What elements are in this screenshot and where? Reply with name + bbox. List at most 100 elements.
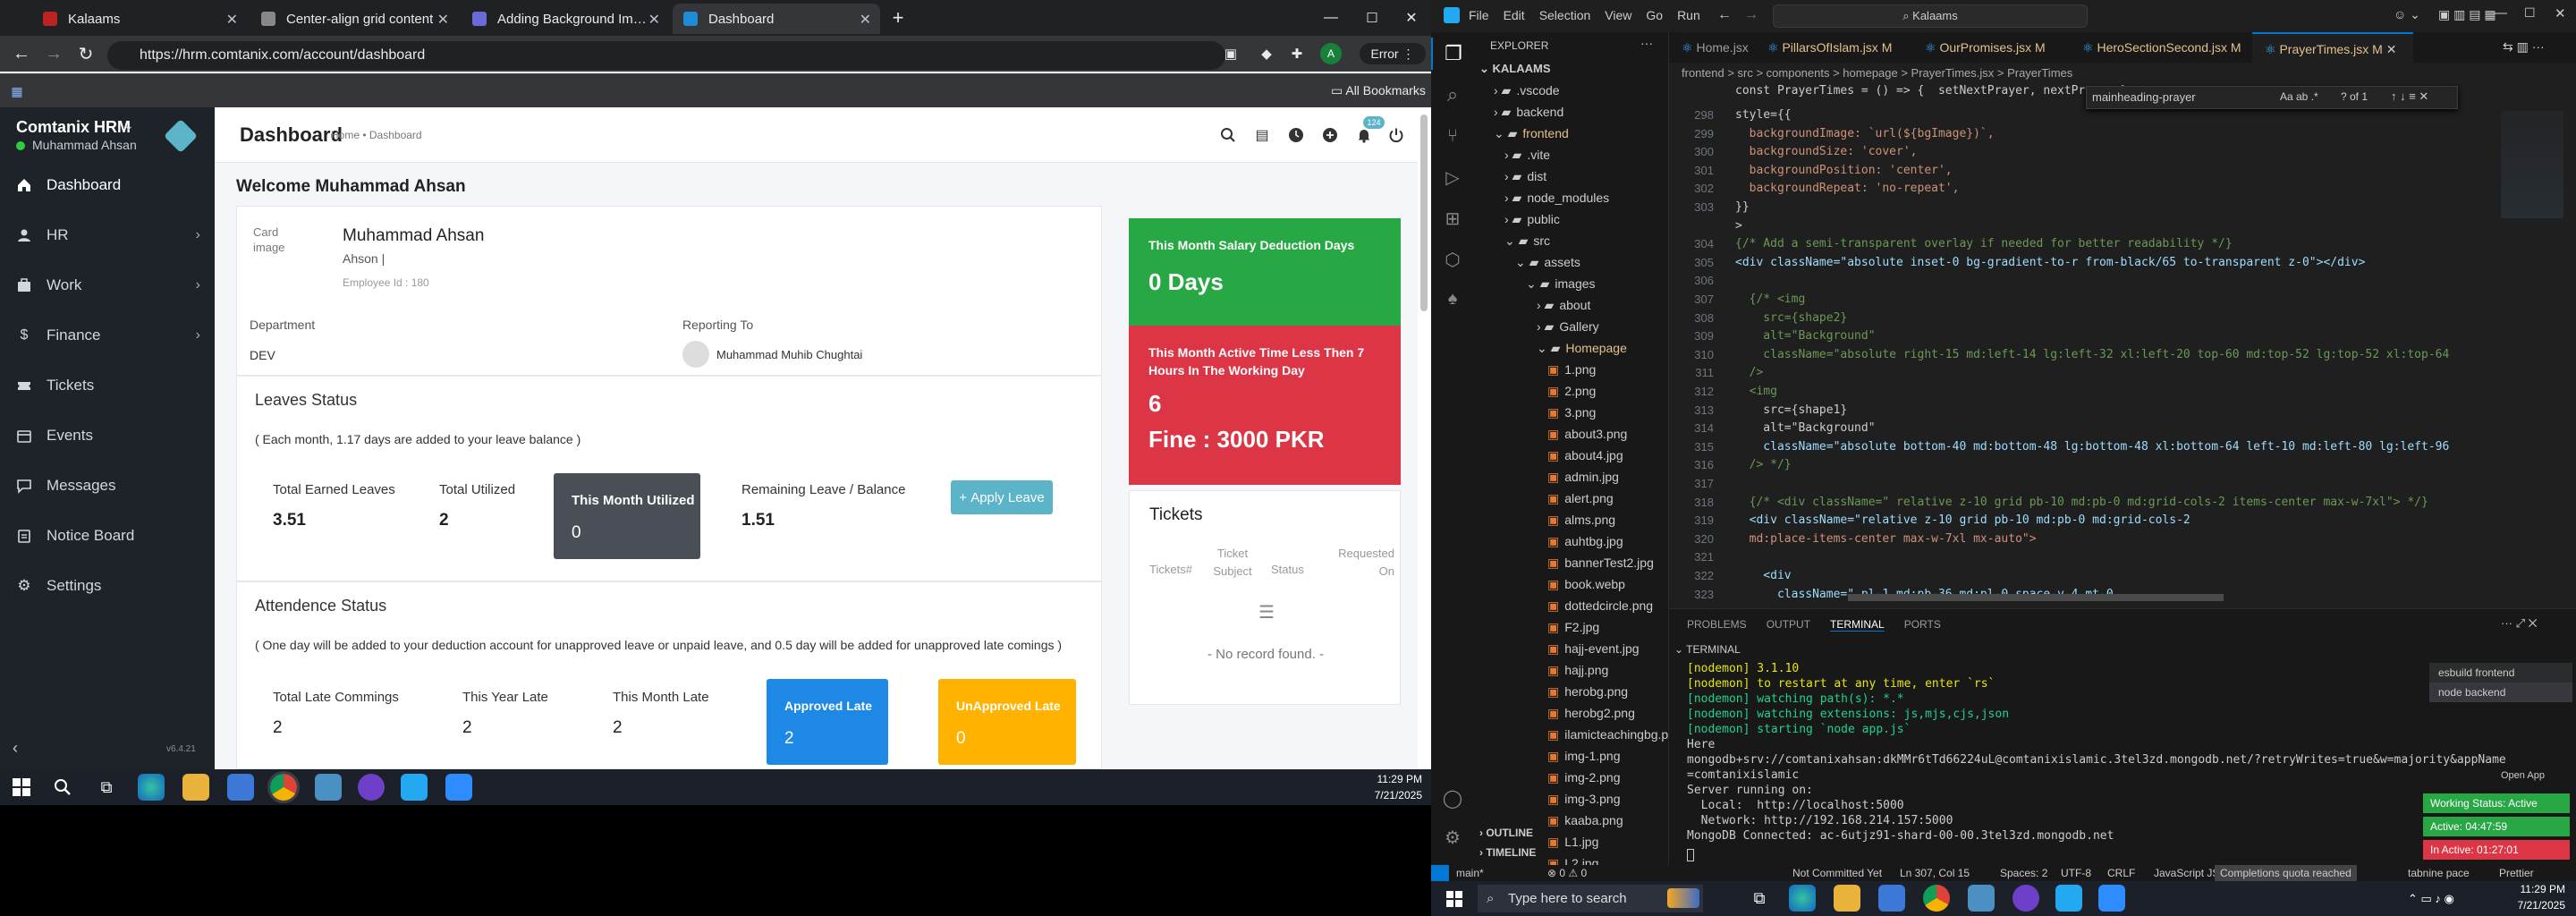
store-icon[interactable] xyxy=(227,774,254,801)
tree-folder[interactable]: › ▰ .vscode xyxy=(1494,81,1560,100)
file-explorer-icon[interactable] xyxy=(1834,885,1860,912)
editor-tab[interactable]: ⚛ HeroSectionSecond.jsx M xyxy=(2070,32,2249,63)
tree-folder[interactable]: › ▰ backend xyxy=(1494,102,1563,122)
tree-folder[interactable]: › ▰ node_modules xyxy=(1504,188,1609,208)
search-icon[interactable]: ⌕ xyxy=(1431,79,1474,111)
all-bookmarks-link[interactable]: ▭ All Bookmarks xyxy=(1331,83,1426,98)
minimap[interactable] xyxy=(2501,111,2563,218)
clock-date[interactable]: 7/21/2025 xyxy=(1324,789,1422,802)
panel-tab-terminal[interactable]: TERMINAL xyxy=(1830,618,1885,632)
browser-tab-active[interactable]: Dashboard ✕ xyxy=(673,4,880,34)
terminal-session[interactable]: esbuild frontend xyxy=(2429,663,2572,683)
vscode-icon[interactable] xyxy=(2055,885,2082,912)
browser-tab[interactable]: Kalaams ✕ xyxy=(32,4,247,34)
github-icon[interactable] xyxy=(358,774,385,801)
chevron-down-icon[interactable]: ⌄ xyxy=(123,118,134,133)
completions-status[interactable]: Completions quota reached xyxy=(2215,865,2357,881)
sidebar-item-settings[interactable]: ⚙ Settings xyxy=(0,562,215,610)
editor-tab[interactable]: ⚛ Home.jsx xyxy=(1669,32,1751,63)
tabnine-status[interactable]: tabnine pace xyxy=(2408,865,2470,881)
tree-file[interactable]: ▣ auhtbg.jpg xyxy=(1547,531,1623,551)
menu-item[interactable]: Selection xyxy=(1539,8,1591,22)
search-highlight-icon[interactable] xyxy=(1667,888,1699,908)
forward-button[interactable]: → xyxy=(43,43,64,64)
menu-item[interactable]: Run xyxy=(1677,8,1700,22)
files-icon[interactable]: ❐ xyxy=(1431,38,1474,70)
open-app-link[interactable]: Open App xyxy=(2501,770,2545,781)
close-icon[interactable]: ✕ xyxy=(648,11,660,29)
prettier-status[interactable]: Prettier xyxy=(2499,865,2534,881)
maximize-button[interactable]: ☐ xyxy=(2524,5,2536,21)
tree-folder[interactable]: ⌄ ▰ assets xyxy=(1515,252,1580,272)
sidebar-item-messages[interactable]: Messages xyxy=(0,462,215,510)
indent-status[interactable]: Spaces: 2 xyxy=(2000,865,2047,881)
mongodb-icon[interactable]: ♠ xyxy=(1431,283,1474,315)
tree-file[interactable]: ▣ img-2.png xyxy=(1547,768,1621,787)
tree-file[interactable]: ▣ admin.jpg xyxy=(1547,467,1619,487)
tree-folder[interactable]: › ▰ about xyxy=(1537,295,1590,315)
editor-tab-active[interactable]: ⚛ PrayerTimes.jsx M ✕ xyxy=(2252,32,2413,63)
eol-status[interactable]: CRLF xyxy=(2107,865,2135,881)
tree-file[interactable]: ▣ img-1.png xyxy=(1547,746,1621,766)
chrome-icon[interactable] xyxy=(267,771,300,803)
extensions-icon[interactable]: ⊞ xyxy=(1431,202,1474,234)
tree-file[interactable]: ▣ about4.jpg xyxy=(1547,445,1623,465)
cursor-position[interactable]: Ln 307, Col 15 xyxy=(1900,865,1970,881)
panel-actions[interactable]: ··· ⤢ ✕ xyxy=(2501,616,2538,631)
source-control-icon[interactable]: ⑂ xyxy=(1431,120,1474,152)
account-icon[interactable]: ◯ xyxy=(1431,782,1474,814)
url-field[interactable]: https://hrm.comtanix.com/account/dashboa… xyxy=(107,41,1225,70)
apps-grid-icon[interactable]: ▦ xyxy=(9,83,25,99)
tree-file[interactable]: ▣ hajj-event.jpg xyxy=(1547,639,1640,658)
zoom-icon[interactable] xyxy=(2098,885,2125,912)
menu-item[interactable]: View xyxy=(1605,8,1631,22)
find-input[interactable]: mainheading-prayer xyxy=(2092,90,2271,106)
breadcrumb[interactable]: Home • Dashboard xyxy=(331,129,422,141)
panel-tab-ports[interactable]: PORTS xyxy=(1904,618,1941,632)
workspace-root[interactable]: ⌄ KALAAMS xyxy=(1479,59,1551,79)
extension-icon[interactable]: ◆ xyxy=(1258,45,1275,63)
editor-actions[interactable]: ⇆ ▥ ··· xyxy=(2503,39,2545,55)
more-actions-icon[interactable]: ··· xyxy=(1640,36,1653,50)
new-tab-button[interactable]: + xyxy=(887,6,909,29)
page-scrollbar[interactable] xyxy=(1420,114,1428,311)
horizontal-scrollbar[interactable] xyxy=(1848,594,2224,601)
tree-folder[interactable]: › ▰ dist xyxy=(1504,166,1546,186)
close-icon[interactable]: ✕ xyxy=(860,11,871,29)
menu-item[interactable]: Edit xyxy=(1504,8,1525,22)
tree-file[interactable]: ▣ bannerTest2.jpg xyxy=(1547,553,1654,572)
tree-folder[interactable]: ⌄ ▰ src xyxy=(1504,231,1550,250)
file-explorer-icon[interactable] xyxy=(182,774,209,801)
tree-file[interactable]: ▣ 3.png xyxy=(1547,403,1596,422)
sidebar-item-tickets[interactable]: Tickets xyxy=(0,361,215,410)
find-options[interactable]: Aa ab .* xyxy=(2280,90,2318,103)
edge-icon[interactable] xyxy=(1789,885,1816,912)
power-icon[interactable] xyxy=(1386,125,1406,145)
editor-tab[interactable]: ⚛ PillarsOfIslam.jsx M xyxy=(1755,32,1909,63)
brand-name[interactable]: Comtanix HRM xyxy=(16,118,131,137)
tree-file[interactable]: ▣ dottedcircle.png xyxy=(1547,596,1653,615)
encoding-status[interactable]: UTF-8 xyxy=(2061,865,2091,881)
editor-breadcrumb[interactable]: frontend > src > components > homepage >… xyxy=(1669,63,2576,84)
browser-tab[interactable]: Adding Background Image to F✕ xyxy=(462,4,669,34)
outline-section[interactable]: › OUTLINE xyxy=(1479,823,1533,843)
tree-folder[interactable]: ⌄ ▰ Homepage xyxy=(1537,338,1627,358)
tree-folder[interactable]: › ▰ Gallery xyxy=(1537,317,1599,336)
tree-folder[interactable]: ⌄ ▰ frontend xyxy=(1494,123,1569,143)
tree-file[interactable]: ▣ ilamicteachingbg.p... xyxy=(1547,725,1679,744)
tree-file[interactable]: ▣ herobg.png xyxy=(1547,682,1628,701)
tree-file[interactable]: ▣ 2.png xyxy=(1547,381,1596,401)
clock-icon[interactable] xyxy=(1286,125,1306,145)
layout-toggle-icons[interactable]: ▣ ▥ ▤ ▦ xyxy=(2438,7,2496,22)
back-button[interactable]: ← xyxy=(11,43,32,64)
error-chip[interactable]: Error ⋮ xyxy=(1360,43,1426,64)
tree-file[interactable]: ▣ herobg2.png xyxy=(1547,703,1635,723)
back-arrow-icon[interactable]: ← xyxy=(1717,7,1735,23)
tree-file[interactable]: ▣ kaaba.png xyxy=(1547,810,1623,830)
clock-time[interactable]: 11:29 PM xyxy=(2469,883,2565,895)
tree-file[interactable]: ▣ img-3.png xyxy=(1547,789,1621,809)
tree-file[interactable]: ▣ about3.png xyxy=(1547,424,1627,444)
store-icon[interactable] xyxy=(1878,885,1905,912)
search-icon[interactable] xyxy=(1218,125,1238,145)
editor-tab[interactable]: ⚛ OurPromises.jsx M xyxy=(1912,32,2066,63)
